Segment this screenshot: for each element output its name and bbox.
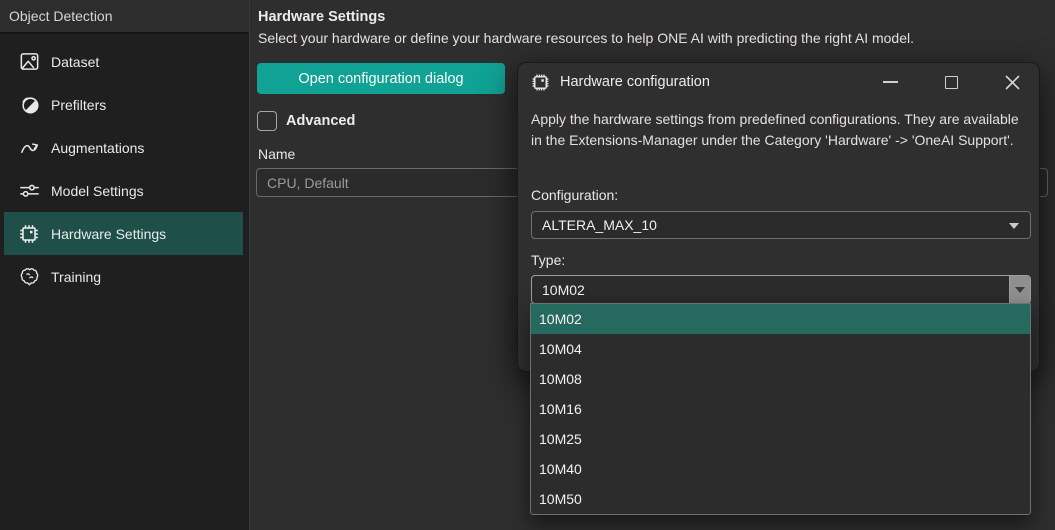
configuration-label: Configuration: — [531, 187, 618, 203]
minimize-button[interactable] — [875, 69, 905, 95]
chevron-down-icon — [1015, 287, 1025, 293]
sidebar-item-augmentations[interactable]: Augmentations — [4, 126, 243, 169]
window-controls — [844, 69, 1027, 95]
name-label: Name — [258, 146, 295, 162]
dropdown-option[interactable]: 10M16 — [531, 394, 1030, 424]
type-dropdown[interactable]: 10M02 — [531, 275, 1031, 304]
sidebar-item-dataset[interactable]: Dataset — [4, 40, 243, 83]
sidebar: Object Detection Dataset — [0, 0, 250, 530]
close-button[interactable] — [997, 69, 1027, 95]
sidebar-item-hardware-settings[interactable]: Hardware Settings — [4, 212, 243, 255]
brain-icon — [16, 264, 42, 290]
type-label: Type: — [531, 252, 565, 268]
dialog-titlebar[interactable]: Hardware configuration — [518, 63, 1039, 101]
dialog-description: Apply the hardware settings from predefi… — [531, 109, 1030, 151]
dropdown-option[interactable]: 10M02 — [531, 304, 1030, 334]
dropdown-arrow-button[interactable] — [1009, 276, 1030, 303]
minimize-icon — [883, 81, 898, 83]
advanced-label: Advanced — [286, 113, 355, 129]
dialog-title: Hardware configuration — [560, 74, 710, 90]
sidebar-item-label: Hardware Settings — [51, 226, 166, 242]
shuffle-icon — [16, 135, 42, 161]
advanced-checkbox[interactable] — [257, 111, 277, 131]
sliders-icon — [16, 178, 42, 204]
sidebar-item-label: Augmentations — [51, 140, 144, 156]
open-configuration-dialog-button[interactable]: Open configuration dialog — [257, 63, 505, 94]
chevron-down-icon — [1009, 223, 1019, 229]
sidebar-item-label: Prefilters — [51, 97, 106, 113]
close-icon — [1004, 74, 1021, 91]
chip-icon — [529, 71, 551, 93]
dropdown-option[interactable]: 10M08 — [531, 364, 1030, 394]
sidebar-item-label: Dataset — [51, 54, 99, 70]
advanced-row: Advanced — [257, 111, 355, 131]
image-icon — [16, 49, 42, 75]
page-description: Select your hardware or define your hard… — [258, 30, 914, 46]
sidebar-item-label: Training — [51, 269, 101, 285]
maximize-icon — [945, 76, 958, 89]
sidebar-item-label: Model Settings — [51, 183, 144, 199]
contrast-icon — [16, 92, 42, 118]
type-options-list: 10M02 10M04 10M08 10M16 10M25 10M40 10M5… — [530, 303, 1031, 515]
sidebar-item-training[interactable]: Training — [4, 255, 243, 298]
maximize-button[interactable] — [936, 69, 966, 95]
type-value: 10M02 — [542, 282, 585, 298]
page-title: Hardware Settings — [258, 9, 385, 25]
dropdown-option[interactable]: 10M25 — [531, 424, 1030, 454]
dropdown-option[interactable]: 10M50 — [531, 484, 1030, 514]
dropdown-option[interactable]: 10M04 — [531, 334, 1030, 364]
configuration-dropdown[interactable]: ALTERA_MAX_10 — [531, 211, 1031, 239]
chip-icon — [16, 221, 42, 247]
sidebar-item-prefilters[interactable]: Prefilters — [4, 83, 243, 126]
sidebar-item-model-settings[interactable]: Model Settings — [4, 169, 243, 212]
app-window: Object Detection Dataset — [0, 0, 1055, 530]
sidebar-title: Object Detection — [0, 0, 249, 34]
dropdown-option[interactable]: 10M40 — [531, 454, 1030, 484]
configuration-value: ALTERA_MAX_10 — [542, 217, 657, 233]
sidebar-nav: Dataset Prefilters — [0, 40, 249, 298]
